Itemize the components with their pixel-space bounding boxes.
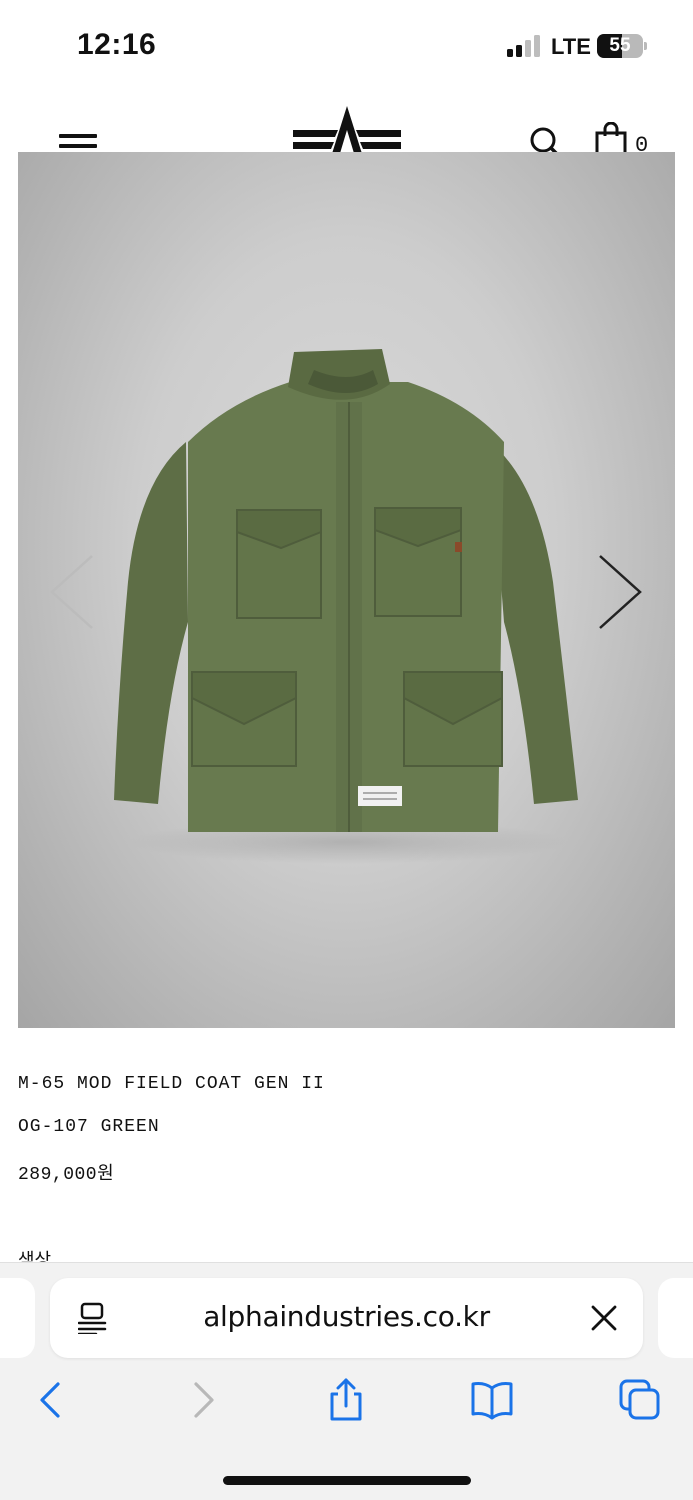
back-button[interactable] (30, 1378, 74, 1422)
chevron-right-icon[interactable] (596, 552, 646, 632)
status-bar: 12:16 LTE 55 (0, 0, 693, 95)
url-text[interactable]: alphaindustries.co.kr (130, 1300, 563, 1333)
battery-tip (644, 42, 647, 50)
tabs-icon[interactable] (618, 1378, 662, 1422)
product-name: M-65 MOD FIELD COAT GEN II (18, 1074, 325, 1094)
cellular-signal-icon (507, 35, 543, 57)
status-time: 12:16 (77, 28, 157, 61)
network-type: LTE (551, 34, 591, 59)
product-price: 289,000원 (18, 1165, 115, 1185)
book-icon[interactable] (470, 1378, 514, 1422)
product-color: OG-107 GREEN (18, 1117, 160, 1137)
battery-level: 55 (609, 35, 631, 56)
color-section-label: 색상 (18, 1252, 52, 1262)
product-image[interactable] (18, 152, 675, 1028)
share-icon[interactable] (324, 1378, 368, 1422)
chevron-left-icon[interactable] (46, 552, 96, 632)
page-menu-icon[interactable] (78, 1302, 108, 1334)
field-coat-image (114, 349, 578, 864)
address-bar[interactable]: alphaindustries.co.kr (50, 1278, 643, 1358)
previous-tab-peek[interactable] (0, 1278, 35, 1358)
forward-button[interactable] (180, 1378, 224, 1422)
home-indicator (223, 1476, 471, 1485)
battery-icon: 55 (597, 34, 643, 58)
close-icon[interactable] (590, 1304, 618, 1332)
next-tab-peek[interactable] (658, 1278, 693, 1358)
